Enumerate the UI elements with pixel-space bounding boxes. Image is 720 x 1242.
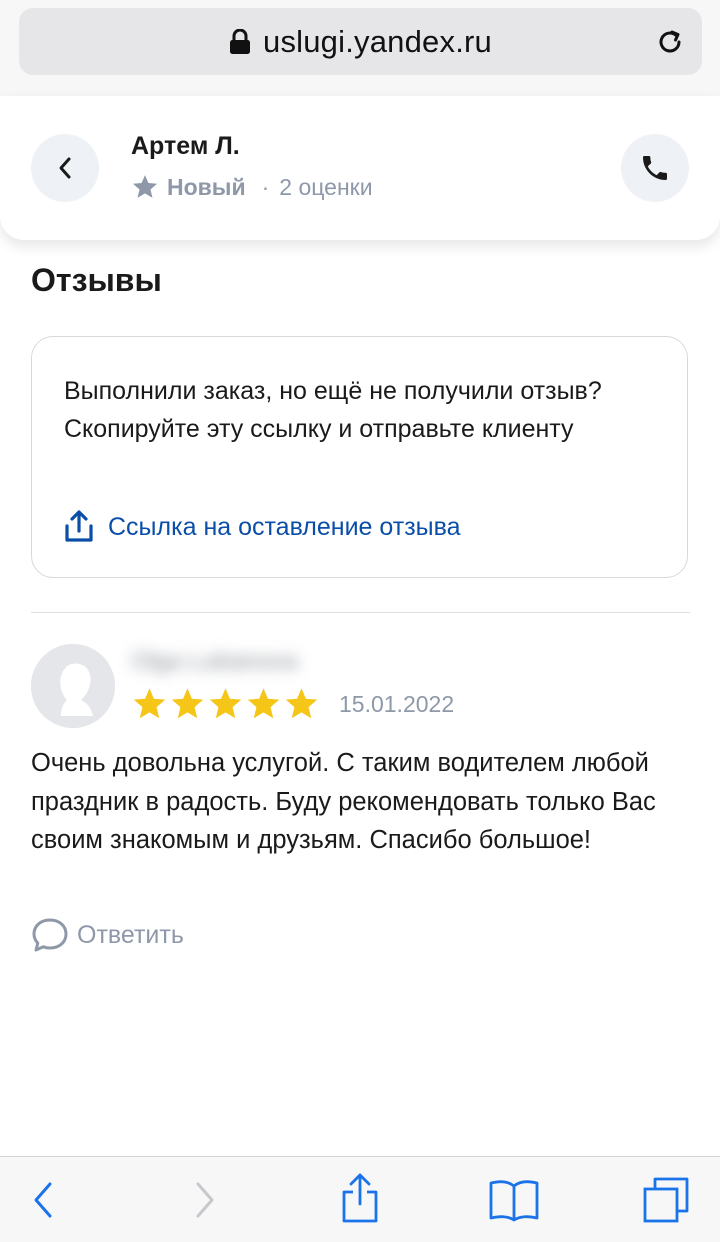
review-date: 15.01.2022 xyxy=(339,691,455,717)
profile-header: Артем Л. Новый · 2 оценки xyxy=(0,96,720,240)
star-rating xyxy=(131,686,320,722)
browser-forward-button[interactable] xyxy=(190,1177,220,1223)
tabs-icon xyxy=(643,1177,689,1223)
star-icon xyxy=(209,688,242,719)
review-text: Очень довольна услугой. С таким водителе… xyxy=(31,749,656,854)
review-link-label: Ссылка на оставление отзыва xyxy=(108,512,461,541)
browser-back-button[interactable] xyxy=(28,1177,58,1223)
address-bar[interactable]: uslugi.yandex.ru xyxy=(19,8,702,75)
meta-separator: · xyxy=(261,173,270,200)
browser-top-bar: uslugi.yandex.ru xyxy=(0,0,720,97)
reload-icon[interactable] xyxy=(654,26,686,58)
star-icon xyxy=(285,688,318,719)
divider xyxy=(31,612,690,613)
review-request-card: Выполнили заказ, но ещё не получили отзы… xyxy=(31,336,688,578)
reviewer-name: Olga Lukianova xyxy=(131,648,298,675)
share-icon xyxy=(65,510,93,542)
reply-button[interactable]: Ответить xyxy=(31,917,184,953)
back-button[interactable] xyxy=(31,134,99,202)
ratings-count[interactable]: 2 оценки xyxy=(279,174,372,201)
browser-toolbar xyxy=(0,1156,720,1242)
star-icon xyxy=(133,688,166,719)
tabs-button[interactable] xyxy=(641,1177,691,1223)
bookmarks-button[interactable] xyxy=(487,1177,541,1223)
url-text: uslugi.yandex.ru xyxy=(263,23,492,59)
call-button[interactable] xyxy=(621,134,689,202)
profile-meta: Новый · 2 оценки xyxy=(131,173,373,201)
share-icon xyxy=(342,1173,378,1223)
lock-icon xyxy=(230,28,251,54)
browser-share-button[interactable] xyxy=(338,1171,382,1225)
profile-name: Артем Л. xyxy=(131,132,240,160)
forward-icon xyxy=(196,1182,214,1218)
user-silhouette-icon xyxy=(31,644,115,728)
review-link-button[interactable]: Ссылка на оставление отзыва xyxy=(62,509,461,545)
bookmarks-icon xyxy=(489,1180,539,1222)
chevron-left-icon xyxy=(59,157,71,179)
review-request-text: Выполнили заказ, но ещё не получили отзы… xyxy=(64,377,602,443)
speech-bubble-icon xyxy=(32,918,68,952)
star-icon xyxy=(171,688,204,719)
star-icon xyxy=(247,688,280,719)
reviews-title: Отзывы xyxy=(31,262,162,298)
star-icon xyxy=(132,175,158,198)
phone-icon xyxy=(643,156,667,180)
back-icon xyxy=(34,1182,52,1218)
avatar xyxy=(31,644,115,728)
reply-label: Ответить xyxy=(77,920,184,949)
status-badge: Новый xyxy=(167,173,246,200)
